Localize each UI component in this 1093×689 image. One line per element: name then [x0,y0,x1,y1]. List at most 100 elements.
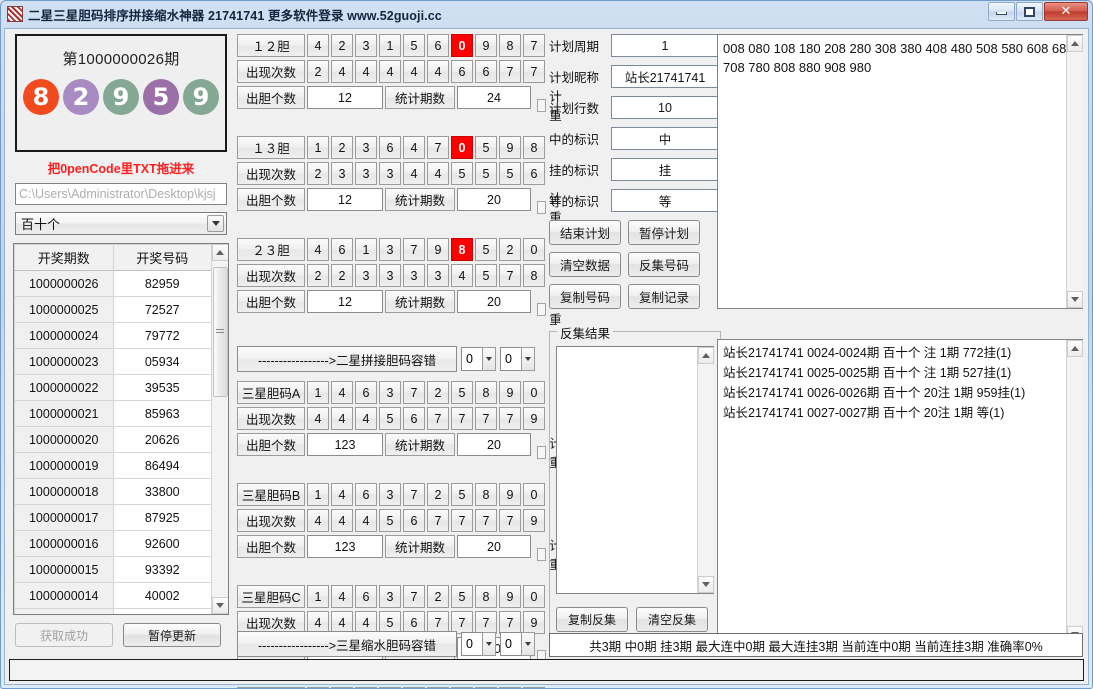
fetch-status-button[interactable]: 获取成功 [15,623,113,647]
fanji-scroll-up-button[interactable] [697,347,714,364]
three-star-digit-cell[interactable]: 3 [379,585,401,608]
three-star-digit-cell[interactable]: 6 [355,483,377,506]
scroll-up-button[interactable] [211,244,228,261]
table-row[interactable]: 1000000017 87925 [14,504,212,531]
three-star-digit-cell[interactable]: 7 [403,483,425,506]
log-scrollbar[interactable] [1066,340,1083,643]
two-star-digit-cell[interactable]: 9 [427,238,449,261]
three-star-periods-label[interactable]: 统计期数 [385,433,455,456]
table-row[interactable]: 1000000024 79772 [14,322,212,349]
two-star-dan-value[interactable]: 12 [307,290,383,313]
three-star-digit-cell[interactable]: 9 [499,381,521,404]
two-star-digit-cell[interactable]: 3 [379,238,401,261]
two-star-digit-cell[interactable]: 4 [307,238,329,261]
numbers-scroll-track[interactable] [1066,52,1083,291]
plan-field-input[interactable]: 中 [611,127,719,150]
table-row[interactable]: 1000000026 82959 [14,270,212,297]
three-star-digit-cell[interactable]: 5 [451,381,473,404]
three-star-dan-value[interactable]: 123 [307,433,383,456]
plan-field-input[interactable]: 1 [611,34,719,57]
table-row[interactable]: 1000000015 93392 [14,556,212,583]
two-star-spin-2-arrows[interactable] [521,347,535,371]
three-star-digit-cell[interactable]: 1 [307,585,329,608]
numbers-scroll-down-button[interactable] [1066,291,1083,308]
fanji-button[interactable]: 复制反集 [556,607,628,632]
numbers-scroll-up-button[interactable] [1066,35,1083,52]
table-row[interactable]: 1000000023 05934 [14,348,212,375]
scroll-thumb[interactable] [212,267,228,397]
plan-field-input[interactable]: 等 [611,189,719,212]
minimize-button[interactable] [988,2,1015,21]
two-star-digit-cell[interactable]: 5 [403,34,425,57]
three-star-digit-cell[interactable]: 3 [379,483,401,506]
plan-button[interactable]: 反集号码 [628,252,700,277]
two-star-dan-value[interactable]: 12 [307,188,383,211]
two-star-spin-1[interactable]: 0 [461,347,496,371]
three-star-digit-cell[interactable]: 2 [427,483,449,506]
table-row[interactable]: 1000000025 72527 [14,296,212,323]
three-star-digit-cell[interactable]: 5 [451,585,473,608]
two-star-spin-2[interactable]: 0 [500,347,535,371]
three-star-tolerance-button[interactable]: ----------------->三星缩水胆码容错 [237,631,457,657]
close-button[interactable]: ✕ [1044,2,1088,21]
log-scroll-track[interactable] [1066,357,1083,626]
two-star-digit-cell[interactable]: 6 [379,136,401,159]
three-star-periods-value[interactable]: 20 [457,433,531,456]
draw-history-grid[interactable]: 开奖期数 开奖号码 1000000026 82959 1000000025 72527… [13,243,229,615]
table-row[interactable]: 1000000022 39535 [14,374,212,401]
three-star-digit-cell[interactable]: 6 [355,381,377,404]
plan-field-input[interactable]: 站长21741741 [611,65,719,88]
three-star-digit-cell[interactable]: 4 [331,381,353,404]
table-row[interactable]: 1000000016 92600 [14,530,212,557]
checkbox-icon[interactable] [537,547,547,561]
fanji-scroll-down-button[interactable] [697,576,714,593]
two-star-digit-cell[interactable]: 5 [475,238,497,261]
two-star-digit-cell[interactable]: 4 [403,136,425,159]
three-star-group-label[interactable]: 三星胆码C [237,585,305,608]
two-star-digit-cell[interactable]: 9 [475,34,497,57]
two-star-digit-cell[interactable]: 8 [523,136,545,159]
three-star-digit-cell[interactable]: 5 [451,483,473,506]
three-star-spin-2-value[interactable]: 0 [500,632,521,656]
plan-button[interactable]: 复制记录 [628,284,700,309]
three-star-dan-value[interactable]: 123 [307,535,383,558]
three-star-digit-cell[interactable]: 0 [523,381,545,404]
table-row[interactable]: 100000001318181 [14,608,212,614]
table-row[interactable]: 1000000014 40002 [14,582,212,609]
three-star-digit-cell[interactable]: 3 [379,381,401,404]
position-select[interactable]: 百十个 [15,212,227,235]
numbers-textarea[interactable]: 008 080 108 180 208 280 308 380 408 480 … [717,34,1083,309]
grid-scrollbar[interactable] [211,244,228,614]
table-row[interactable]: 1000000021 85963 [14,400,212,427]
two-star-periods-label[interactable]: 统计期数 [385,188,455,211]
three-star-digit-cell[interactable]: 9 [499,483,521,506]
two-star-digit-cell[interactable]: 1 [307,136,329,159]
two-star-periods-value[interactable]: 20 [457,290,531,313]
two-star-periods-label[interactable]: 统计期数 [385,290,455,313]
plan-button[interactable]: 暂停计划 [628,220,700,245]
fanji-button[interactable]: 清空反集 [636,607,708,632]
three-star-digit-cell[interactable]: 9 [499,585,521,608]
two-star-digit-cell[interactable]: 1 [379,34,401,57]
three-star-spin-2-arrows[interactable] [521,632,535,656]
two-star-digit-cell[interactable]: 2 [331,136,353,159]
two-star-group-label[interactable]: １２胆 [237,34,305,57]
three-star-digit-cell[interactable]: 2 [427,381,449,404]
two-star-periods-value[interactable]: 20 [457,188,531,211]
two-star-digit-cell[interactable]: 0 [451,136,473,159]
plan-field-input[interactable]: 挂 [611,158,719,181]
scroll-down-button[interactable] [211,597,228,614]
two-star-digit-cell[interactable]: 2 [331,34,353,57]
plan-field-input[interactable]: 10 [611,96,719,119]
log-textarea[interactable]: 站长21741741 0024-0024期 百十个 注 1期 772挂(1) 站长… [717,339,1083,644]
two-star-spin-2-value[interactable]: 0 [500,347,521,371]
pause-update-button[interactable]: 暂停更新 [123,623,221,647]
two-star-digit-cell[interactable]: 3 [355,34,377,57]
plan-button[interactable]: 清空数据 [549,252,621,277]
three-star-group-label[interactable]: 三星胆码A [237,381,305,404]
three-star-periods-value[interactable]: 20 [457,535,531,558]
two-star-tolerance-button[interactable]: ----------------->二星拼接胆码容错 [237,346,457,372]
checkbox-icon[interactable] [537,200,547,214]
two-star-group-label[interactable]: １３胆 [237,136,305,159]
three-star-digit-cell[interactable]: 4 [331,585,353,608]
